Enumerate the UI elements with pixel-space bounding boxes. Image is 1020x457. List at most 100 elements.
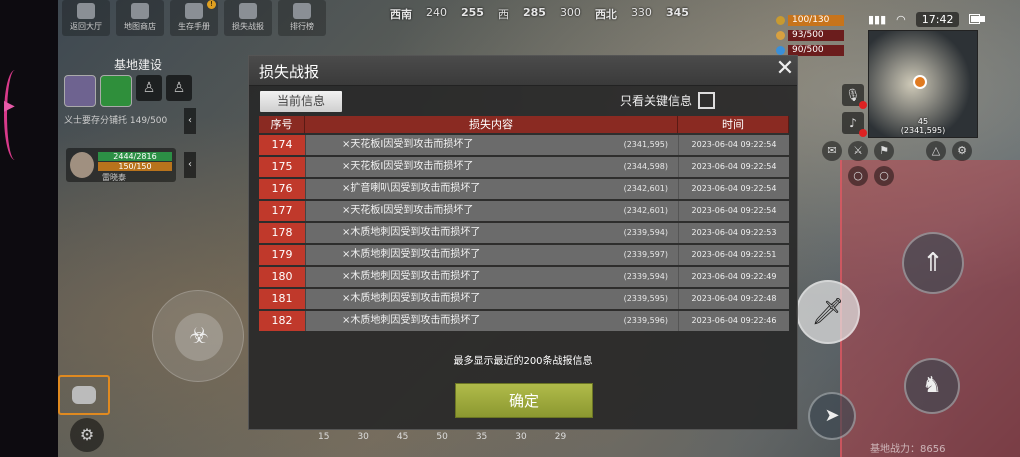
row-time: 2023-06-04 09:22:49 — [678, 267, 789, 287]
knife-icon[interactable]: ⚔ — [848, 141, 868, 161]
loss-coords: (2339,595) — [623, 294, 668, 303]
up-triangle-icon[interactable]: △ — [926, 141, 946, 161]
table-row[interactable]: 177 ×天花板I因受到攻击而损坏了 (2342,601) 2023-06-04 09… — [259, 201, 789, 221]
prone-button[interactable]: ➤ — [808, 392, 856, 440]
table-row[interactable]: 174 ×天花板I因受到攻击而损坏了 (2341,595) 2023-06-04 09… — [259, 135, 789, 155]
collapse-tab[interactable]: ‹ — [184, 152, 196, 178]
clock: 17:42 — [915, 11, 960, 27]
loss-coords: (2342,601) — [623, 206, 668, 215]
table-header: 序号 损失内容 时间 — [259, 116, 789, 133]
row-time: 2023-06-04 09:22:53 — [678, 223, 789, 243]
loss-coords: (2339,596) — [623, 316, 668, 325]
settings-button[interactable]: ⚙ — [70, 418, 104, 452]
column-header-time: 时间 — [678, 116, 789, 133]
speaker-button[interactable]: ♪ — [842, 112, 867, 137]
nav-item-manual[interactable]: 生存手册! — [170, 0, 218, 36]
row-time: 2023-06-04 09:22:54 — [678, 135, 789, 155]
loss-coords: (2342,601) — [623, 184, 668, 193]
empty-slot-icon[interactable]: ♙ — [166, 75, 192, 101]
left-edge-strip: ▶ — [0, 0, 58, 457]
camera-focus-button[interactable] — [58, 375, 110, 415]
edge-glow — [4, 70, 26, 160]
home-icon — [77, 3, 95, 19]
row-number: 182 — [259, 311, 305, 331]
dialog-title: 损失战报 — [249, 56, 797, 86]
loss-report-table: 序号 损失内容 时间 174 ×天花板I因受到攻击而损坏了 (2341,595) 20… — [259, 116, 789, 331]
movement-joystick[interactable]: ☣ — [152, 290, 244, 382]
flag-icon[interactable]: ⚑ — [874, 141, 894, 161]
loss-text: ×木质地刺因受到攻击而损坏了 — [342, 315, 481, 326]
microphone-button[interactable]: 🎙 — [842, 84, 867, 109]
avatar[interactable] — [100, 75, 132, 107]
expand-arrow-icon[interactable]: ▶ — [4, 98, 15, 114]
row-number: 180 — [259, 267, 305, 287]
confirm-button[interactable]: 确定 — [455, 383, 593, 418]
hunger-stat: 93/500 — [776, 29, 846, 42]
row-content: ×木质地刺因受到攻击而损坏了 (2339,596) — [305, 311, 678, 331]
loss-text: ×木质地刺因受到攻击而损坏了 — [342, 227, 481, 238]
footer-note: 最多显示最近的200条战报信息 — [453, 356, 593, 367]
nav-item-ranking[interactable]: 排行榜 — [278, 0, 326, 36]
bottom-scale-bar: 15 30 45 50 35 30 29 — [318, 432, 567, 442]
tab-current-info[interactable]: 当前信息 — [260, 91, 342, 112]
loss-coords: (2339,597) — [623, 250, 668, 259]
biohazard-icon: ☣ — [175, 313, 223, 361]
table-row[interactable]: 176 ×扩音喇叭因受到攻击而损坏了 (2342,601) 2023-06-04 09… — [259, 179, 789, 199]
table-row[interactable]: 181 ×木质地刺因受到攻击而损坏了 (2339,595) 2023-06-04 09… — [259, 289, 789, 309]
row-number: 175 — [259, 157, 305, 177]
row-time: 2023-06-04 09:22:48 — [678, 289, 789, 309]
avatar[interactable] — [64, 75, 96, 107]
base-status-line: 义士要存分铺托 149/500 — [64, 116, 168, 126]
filter-label: 只看关键信息 — [620, 94, 693, 108]
melee-attack-button[interactable]: 🗡 — [796, 280, 860, 344]
nav-item-loss-report[interactable]: 损失战报 — [224, 0, 272, 36]
minimap[interactable]: 45 (2341,595) — [868, 30, 978, 138]
base-building-panel: 基地建设 ♙ ♙ 义士要存分铺托 149/500 — [64, 56, 194, 136]
location-pin-icon — [913, 75, 927, 89]
row-content: ×木质地刺因受到攻击而损坏了 (2339,595) — [305, 289, 678, 309]
row-number: 181 — [259, 289, 305, 309]
circle-icon[interactable]: ○ — [848, 166, 868, 186]
collapse-tab[interactable]: ‹ — [184, 108, 196, 134]
row-content: ×天花板I因受到攻击而损坏了 (2341,595) — [305, 135, 678, 155]
column-header-content: 损失内容 — [305, 116, 678, 133]
key-info-checkbox[interactable] — [698, 92, 716, 109]
shop-icon — [131, 3, 149, 19]
row-time: 2023-06-04 09:22:54 — [678, 179, 789, 199]
jump-button[interactable]: ⇑ — [902, 232, 964, 294]
table-row[interactable]: 178 ×木质地刺因受到攻击而损坏了 (2339,594) 2023-06-04 09… — [259, 223, 789, 243]
row-number: 176 — [259, 179, 305, 199]
gear-icon[interactable]: ⚙ — [952, 141, 972, 161]
row-content: ×木质地刺因受到攻击而损坏了 (2339,594) — [305, 223, 678, 243]
nav-item-shop[interactable]: 地图商店 — [116, 0, 164, 36]
loss-text: ×木质地刺因受到攻击而损坏了 — [342, 271, 481, 282]
table-body: 174 ×天花板I因受到攻击而损坏了 (2341,595) 2023-06-04 09… — [259, 135, 789, 331]
row-time: 2023-06-04 09:22:51 — [678, 245, 789, 265]
table-row[interactable]: 182 ×木质地刺因受到攻击而损坏了 (2339,596) 2023-06-04 09… — [259, 311, 789, 331]
loss-text: ×扩音喇叭因受到攻击而损坏了 — [342, 183, 481, 194]
row-time: 2023-06-04 09:22:46 — [678, 311, 789, 331]
chat-icon[interactable]: ✉ — [822, 141, 842, 161]
battery-icon — [969, 14, 985, 24]
empty-slot-icon[interactable]: ♙ — [136, 75, 162, 101]
table-row[interactable]: 175 ×天花板I因受到攻击而损坏了 (2344,598) 2023-06-04 09… — [259, 157, 789, 177]
loss-coords: (2339,594) — [623, 272, 668, 281]
vehicle-panel[interactable]: 2444/2816 150/150 雷晓泰 — [66, 148, 176, 182]
vehicle-hp: 2444/2816 — [98, 152, 172, 161]
vehicle-icon — [70, 152, 94, 178]
minimap-coords: 45 (2341,595) — [900, 117, 946, 135]
water-drop-icon — [776, 46, 785, 55]
signal-icon: ▮▮▮ — [868, 12, 887, 26]
loss-coords: (2344,598) — [623, 162, 668, 171]
row-number: 177 — [259, 201, 305, 221]
table-row[interactable]: 180 ×木质地刺因受到攻击而损坏了 (2339,594) 2023-06-04 09… — [259, 267, 789, 287]
team-avatars: ♙ ♙ — [64, 75, 194, 107]
crouch-button[interactable]: ♞ — [904, 358, 960, 414]
row-number: 179 — [259, 245, 305, 265]
circle-icon[interactable]: ○ — [874, 166, 894, 186]
nav-item-home[interactable]: 返回大厅 — [62, 0, 110, 36]
table-row[interactable]: 179 ×木质地刺因受到攻击而损坏了 (2339,597) 2023-06-04 09… — [259, 245, 789, 265]
close-icon[interactable]: ✕ — [774, 58, 796, 81]
key-info-filter[interactable]: 只看关键信息 — [620, 92, 716, 109]
health-stat: 100/130 — [776, 14, 846, 27]
